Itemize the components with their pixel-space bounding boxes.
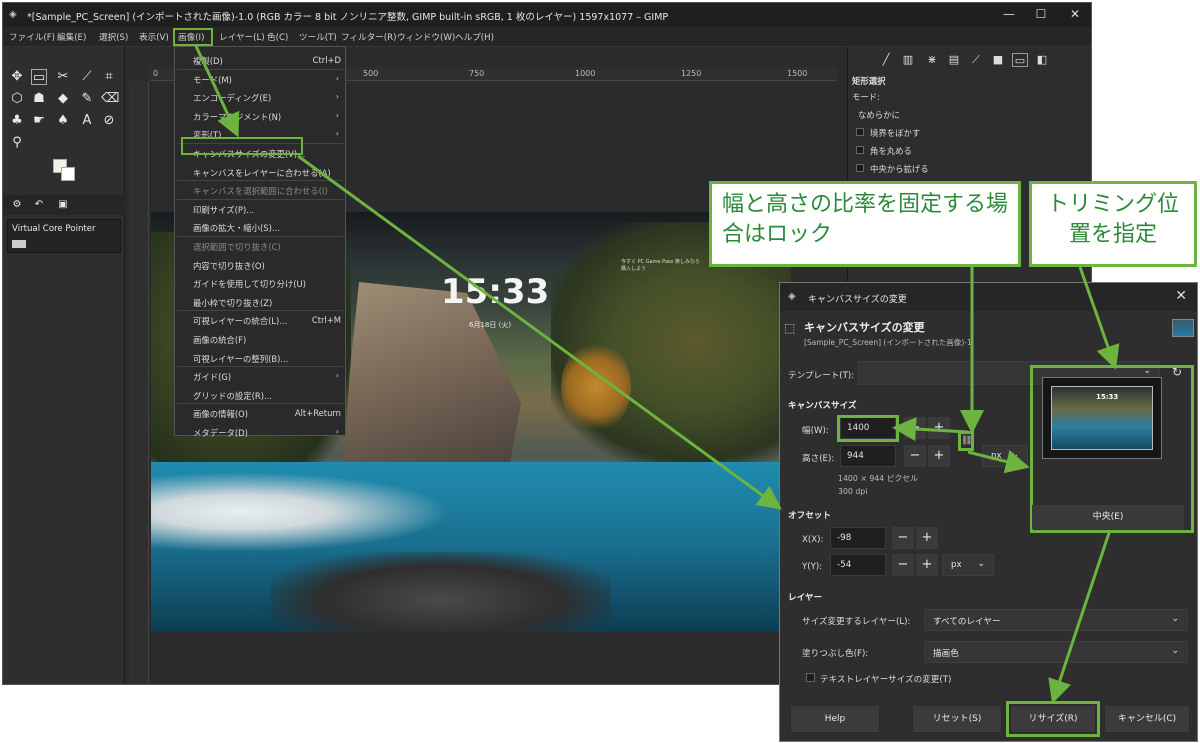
annotation-arrows: [194, 45, 1120, 704]
arrow-item-to-dialog: [297, 154, 782, 510]
arrow-lock-to-width: [892, 417, 969, 442]
arrow-lock-to-preview: [967, 449, 1030, 474]
arrow-menu-to-item: [194, 45, 240, 138]
arrow-position-callout: [1078, 266, 1120, 370]
arrow-preview-to-resize: [1048, 529, 1112, 704]
